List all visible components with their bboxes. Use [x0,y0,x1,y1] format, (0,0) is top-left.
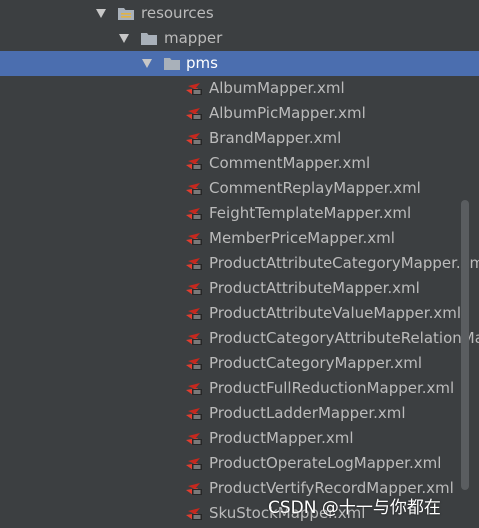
chevron-down-icon[interactable] [96,9,106,18]
tree-file-item[interactable]: FeightTemplateMapper.xml [0,201,479,226]
resources-folder-icon [118,8,134,20]
xml-file-icon [186,308,202,320]
tree-file-item[interactable]: ProductLadderMapper.xml [0,401,479,426]
tree-node-mapper[interactable]: mapper [0,26,479,51]
tree-file-label: ProductAttributeCategoryMapper.xml [209,254,479,272]
xml-file-icon [186,283,202,295]
tree-file-label: ProductMapper.xml [209,429,354,447]
tree-file-label: ProductLadderMapper.xml [209,404,406,422]
xml-file-icon [186,233,202,245]
tree-file-label: ProductFullReductionMapper.xml [209,379,455,397]
xml-file-icon [186,408,202,420]
chevron-down-icon[interactable] [142,59,152,68]
watermark-text: CSDN @十一与你都在 [268,498,441,518]
xml-file-icon [186,458,202,470]
tree-file-label: ProductOperateLogMapper.xml [209,454,442,472]
tree-file-item[interactable]: AlbumMapper.xml [0,76,479,101]
tree-file-label: CommentMapper.xml [209,154,371,172]
tree-file-item[interactable]: ProductCategoryAttributeRelationMapper.x… [0,326,479,351]
tree-file-label: ProductAttributeValueMapper.xml [209,304,461,322]
tree-file-label: AlbumMapper.xml [209,79,345,97]
xml-file-icon [186,158,202,170]
xml-file-icon [186,258,202,270]
tree-file-label: FeightTemplateMapper.xml [209,204,412,222]
folder-icon [164,58,180,70]
project-tree: resources mapper pms AlbumMapper.xml Alb… [0,0,479,528]
xml-file-icon [186,483,202,495]
vertical-scrollbar[interactable] [461,200,469,490]
tree-file-item[interactable]: ProductCategoryMapper.xml [0,351,479,376]
xml-file-icon [186,108,202,120]
tree-file-label: CommentReplayMapper.xml [209,179,421,197]
tree-file-item[interactable]: CommentMapper.xml [0,151,479,176]
xml-file-icon [186,383,202,395]
tree-node-label: pms [186,54,218,72]
xml-file-icon [186,83,202,95]
xml-file-icon [186,208,202,220]
tree-node-resources[interactable]: resources [0,1,479,26]
chevron-down-icon[interactable] [119,34,129,43]
tree-node-label: mapper [164,29,223,47]
tree-file-item[interactable]: AlbumPicMapper.xml [0,101,479,126]
tree-node-label: resources [141,4,214,22]
tree-file-label: ProductCategoryAttributeRelationMapper.x… [209,329,479,347]
tree-file-label: ProductAttributeMapper.xml [209,279,420,297]
tree-file-item[interactable]: MemberPriceMapper.xml [0,226,479,251]
tree-file-label: AlbumPicMapper.xml [209,104,366,122]
tree-file-item[interactable]: ProductFullReductionMapper.xml [0,376,479,401]
tree-file-item[interactable]: ProductAttributeMapper.xml [0,276,479,301]
tree-node-pms[interactable]: pms [0,51,479,76]
tree-file-label: BrandMapper.xml [209,129,342,147]
tree-file-item[interactable]: BrandMapper.xml [0,126,479,151]
xml-file-icon [186,433,202,445]
xml-file-icon [186,508,202,520]
tree-file-label: MemberPriceMapper.xml [209,229,395,247]
xml-file-icon [186,333,202,345]
tree-file-label: ProductCategoryMapper.xml [209,354,423,372]
tree-file-item[interactable]: ProductAttributeCategoryMapper.xml [0,251,479,276]
tree-file-item[interactable]: ProductAttributeValueMapper.xml [0,301,479,326]
tree-file-item[interactable]: ProductOperateLogMapper.xml [0,451,479,476]
folder-icon [141,33,157,45]
xml-file-icon [186,133,202,145]
xml-file-icon [186,183,202,195]
tree-file-item[interactable]: ProductMapper.xml [0,426,479,451]
xml-file-icon [186,358,202,370]
tree-file-item[interactable]: CommentReplayMapper.xml [0,176,479,201]
